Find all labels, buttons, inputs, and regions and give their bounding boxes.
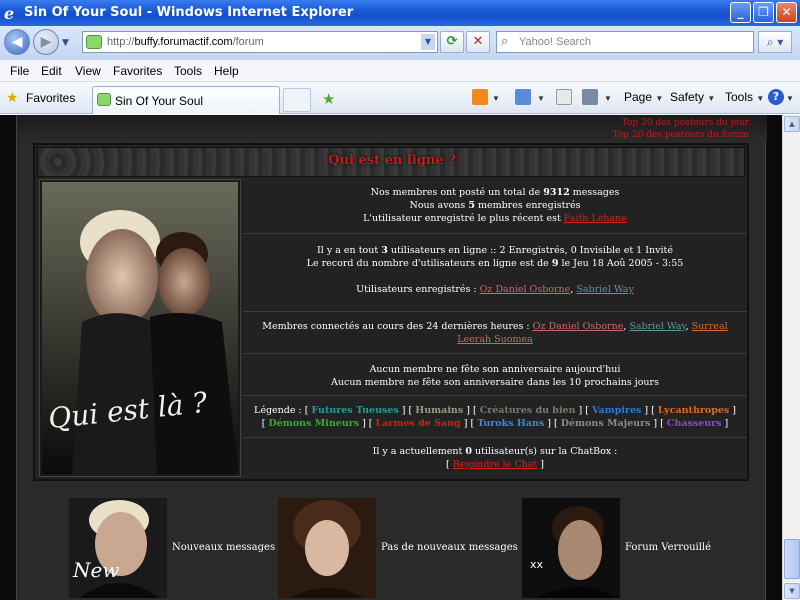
tab-page-icon [97,93,111,106]
restore-button[interactable]: ❐ [753,2,774,23]
who-header: Qui est en ligne ? [37,147,745,177]
search-go-button[interactable]: ⌕ ▾ [758,31,792,53]
forum-container: Top 20 des posteurs du jour Top 20 des p… [16,115,767,600]
favorites-button[interactable]: Favorites [26,91,75,105]
online-row: Il y a en tout 3 utilisateurs en ligne :… [243,234,747,312]
mail-icon[interactable] [556,89,572,105]
search-placeholder: Yahoo! Search [519,36,591,48]
address-toolbar: ◀ ▶ ▼ http://buffy.forumactif.com/forum … [0,26,800,60]
last24-user-link[interactable]: Surreal [692,321,728,332]
last24-user-link[interactable]: Leerah Suomea [457,334,533,345]
online-user-link[interactable]: Sabriel Way [576,284,633,295]
page-icon [86,35,102,49]
legend-group[interactable]: Humains [415,405,463,416]
history-dropdown-icon[interactable]: ▼ [62,38,69,48]
home-icon[interactable] [515,89,531,105]
favorites-star-icon[interactable]: ★ [6,90,19,106]
legend-group[interactable]: Turoks Hans [477,418,544,429]
birthdays-today: Aucun membre ne fête son anniversaire au… [369,364,621,375]
search-input[interactable]: ⌕ Yahoo! Search [496,31,754,53]
refresh-button[interactable]: ⟳ [440,31,464,53]
menu-bar: File Edit View Favorites Tools Help [0,60,800,82]
new-overlay-text: New [73,558,120,582]
forward-button[interactable]: ▶ [33,29,59,55]
legend-label: Nouveaux messages [172,542,276,553]
new-tab-button[interactable] [283,88,311,112]
ie-logo-icon: e [4,4,15,23]
help-icon[interactable]: ? [768,89,784,105]
safety-menu[interactable]: Safety ▼ [670,90,715,104]
legend-group[interactable]: Démons Mineurs [268,418,359,429]
new-messages-icon: New [69,498,167,598]
legend-group[interactable]: Larmes de Sang [376,418,461,429]
page-menu[interactable]: Page ▼ [624,90,663,104]
address-input[interactable]: http://buffy.forumactif.com/forum ▼ [82,31,438,53]
chatbox-row: Il y a actuellement 0 utilisateur(s) sur… [372,446,618,470]
legend-row: Légende : [ Futures Tueuses ] [ Humains … [243,396,747,438]
last24-user-link[interactable]: Sabriel Way [629,321,685,332]
legend-group[interactable]: Créatures du bien [480,405,576,416]
menu-help[interactable]: Help [214,64,239,78]
vertical-scrollbar[interactable]: ▲ ▼ [782,115,800,600]
birthdays-row: Aucun membre ne fête son anniversaire au… [243,354,747,396]
title-bar: e Sin Of Your Soul - Windows Internet Ex… [0,0,800,26]
scroll-down-arrow-icon[interactable]: ▼ [784,583,800,599]
join-chat-link[interactable]: Rejoindre le Chat [453,459,537,470]
home-dropdown-icon[interactable]: ▼ [537,90,545,104]
who-image: Qui est là ? [42,182,238,474]
favorites-bar: ★ Favorites Sin Of Your Soul ★ ▼ ▼ ▼ Pag… [0,82,800,114]
tools-menu[interactable]: Tools ▼ [725,90,764,104]
menu-view[interactable]: View [75,64,101,78]
legend-group[interactable]: Démons Majeurs [561,418,651,429]
who-info-rows: Nos membres ont posté un total de 9312 m… [243,179,747,476]
legend-group[interactable]: Futures Tueuses [311,405,398,416]
add-favorites-icon[interactable]: ★ [322,90,335,108]
forum-locked-icon: xx [522,498,620,598]
legend-label: Forum Verrouillé [625,542,712,553]
rss-dropdown-icon[interactable]: ▼ [492,90,500,104]
back-button[interactable]: ◀ [4,29,30,55]
menu-file[interactable]: File [10,64,29,78]
last24-user-link[interactable]: Oz Daniel Osborne [533,321,624,332]
locked-overlay-text: xx [530,558,544,571]
who-title: Qui est en ligne ? [328,153,456,168]
address-dropdown-icon[interactable]: ▼ [421,34,435,50]
print-icon[interactable] [582,89,598,105]
stats-row: Nos membres ont posté un total de 9312 m… [243,179,747,234]
who-is-online-box: Qui est en ligne ? Qui est là ? Nos memb… [33,143,749,481]
rss-feed-icon[interactable] [472,89,488,105]
last24-row: Membres connectés au cours des 24 derniè… [243,312,747,354]
top-posters-today-link[interactable]: Top 20 des posteurs du jour [613,117,749,129]
page-viewport: Top 20 des posteurs du jour Top 20 des p… [0,115,782,600]
legend-group[interactable]: Vampires [592,405,641,416]
close-button[interactable]: ✕ [776,2,797,23]
menu-tools[interactable]: Tools [174,64,202,78]
birthdays-upcoming: Aucun membre ne fête son anniversaire da… [331,377,659,388]
tab-sin-of-your-soul[interactable]: Sin Of Your Soul [92,86,280,114]
online-user-link[interactable]: Oz Daniel Osborne [480,284,571,295]
print-dropdown-icon[interactable]: ▼ [604,90,612,104]
menu-edit[interactable]: Edit [41,64,62,78]
window-title: Sin Of Your Soul - Windows Internet Expl… [24,5,354,20]
menu-favorites[interactable]: Favorites [113,64,162,78]
help-dropdown-icon[interactable]: ▼ [786,90,794,104]
newest-user-link[interactable]: Faith Lehane [564,213,627,224]
url-text: http://buffy.forumactif.com/forum [107,36,264,48]
top-links: Top 20 des posteurs du jour Top 20 des p… [613,117,749,141]
scroll-thumb[interactable] [784,539,800,579]
tab-label: Sin Of Your Soul [115,94,204,108]
scroll-up-arrow-icon[interactable]: ▲ [784,116,800,132]
legend-label: Pas de nouveaux messages [381,542,518,553]
minimize-button[interactable]: _ [730,2,751,23]
stop-button[interactable]: ✕ [466,31,490,53]
legend-group[interactable]: Chasseurs [667,418,722,429]
no-new-messages-icon [278,498,376,598]
search-icon: ⌕ [501,34,509,49]
legend-group[interactable]: Lycanthropes [658,405,729,416]
who-image-cell: Qui est là ? [39,179,241,477]
top-posters-forum-link[interactable]: Top 20 des posteurs du forum [613,129,749,141]
